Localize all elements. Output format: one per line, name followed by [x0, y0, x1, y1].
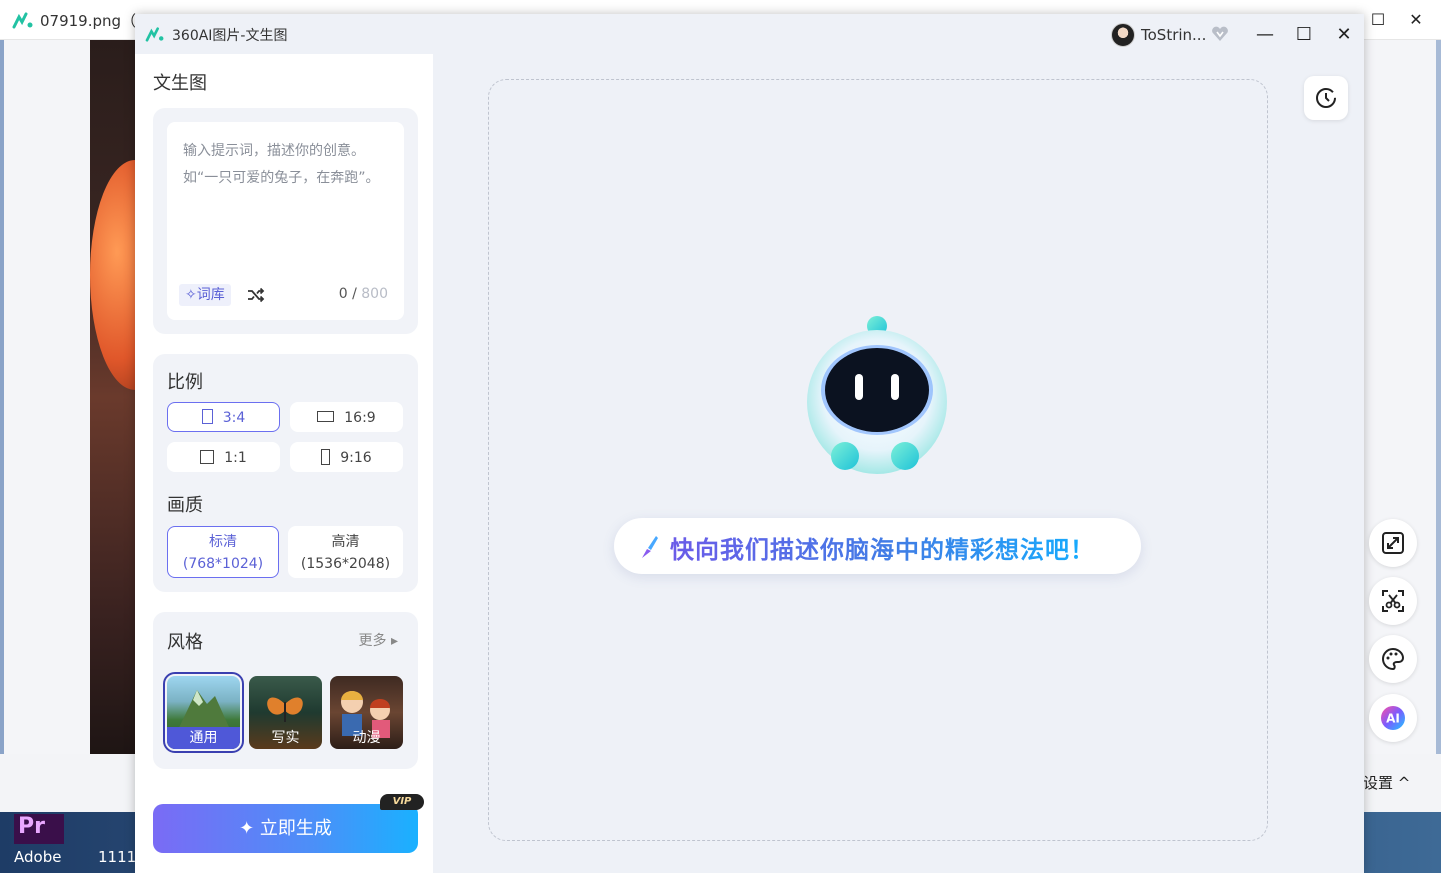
style-title: 风格 [167, 632, 203, 653]
ratio-option-1-1[interactable]: 1:1 [167, 442, 280, 472]
style-label: 通用 [167, 727, 240, 749]
minimize-icon[interactable]: — [1252, 22, 1278, 48]
hint-banner: 快向我们描述你脑海中的精彩想法吧！ [614, 518, 1141, 574]
user-name[interactable]: ToStrin... [1141, 26, 1206, 44]
vip-badge: VIP [380, 794, 424, 810]
palette-icon [1382, 647, 1405, 671]
generate-button[interactable]: ✦ 立即生成 [153, 804, 418, 853]
app-window: 360AI图片-文生图 ToStrin... — ☐ ✕ 文生图 输入提示词，描… [135, 14, 1417, 873]
hint-text: 快向我们描述你脑海中的精彩想法吧！ [670, 530, 1095, 565]
background-edge-right [1436, 40, 1441, 812]
expand-tool-button[interactable] [1369, 519, 1417, 567]
settings-link[interactable]: 设置 ^ [1363, 772, 1410, 793]
background-edge [0, 40, 4, 812]
landscape-icon [317, 411, 335, 422]
more-styles-link[interactable]: 更多 ▸ [359, 630, 398, 650]
sparkle-icon: ✦ [239, 818, 255, 839]
quality-name: 标清 [209, 534, 237, 550]
close-icon[interactable]: ✕ [1404, 8, 1428, 32]
maximize-icon[interactable]: ☐ [1366, 8, 1390, 32]
style-card: 风格 更多 ▸ 通用 写实 动漫 [153, 612, 418, 769]
app-logo-icon [12, 12, 33, 29]
desktop-icon-label: Adobe [14, 848, 62, 866]
tall-portrait-icon [321, 448, 331, 465]
avatar[interactable] [1111, 23, 1135, 47]
scissors-frame-icon [1382, 590, 1404, 612]
ai-icon: AI [1381, 706, 1405, 730]
svg-text:AI: AI [1386, 712, 1400, 726]
style-thumb-general[interactable]: 通用 [163, 672, 244, 753]
quality-title: 画质 [167, 495, 203, 516]
close-icon[interactable]: ✕ [1331, 22, 1357, 48]
prompt-input[interactable]: 输入提示词，描述你的创意。如“一只可爱的兔子，在奔跑”。 ✧词库 0 / 800 [167, 122, 404, 320]
vip-heart-icon[interactable] [1211, 26, 1229, 42]
prompt-card: 输入提示词，描述你的创意。如“一只可爱的兔子，在奔跑”。 ✧词库 0 / 800 [153, 108, 418, 334]
lexicon-button[interactable]: ✧词库 [179, 284, 231, 306]
settings-panel: 文生图 输入提示词，描述你的创意。如“一只可爱的兔子，在奔跑”。 ✧词库 0 /… [135, 54, 433, 873]
ratio-card: 比例 3:4 16:9 1:1 9:16 画质 标清 (768*1024) 高清… [153, 354, 418, 592]
palette-tool-button[interactable] [1369, 635, 1417, 683]
ratio-option-9-16[interactable]: 9:16 [290, 442, 403, 472]
lexicon-label: 词库 [196, 287, 225, 303]
premiere-app-icon[interactable]: Pr [14, 814, 64, 844]
prompt-placeholder: 输入提示词，描述你的创意。如“一只可爱的兔子，在奔跑”。 [183, 143, 380, 186]
brush-icon [642, 536, 658, 558]
generate-label: 立即生成 [259, 818, 332, 839]
history-icon [1316, 88, 1336, 108]
style-thumb-realistic[interactable]: 写实 [249, 676, 322, 749]
robot-mascot [799, 314, 955, 494]
history-button[interactable] [1304, 76, 1348, 120]
ai-tool-button[interactable]: AI [1369, 694, 1417, 742]
expand-icon [1382, 532, 1404, 554]
page-title: 文生图 [153, 73, 207, 94]
ratio-title: 比例 [167, 372, 203, 393]
quality-name: 高清 [331, 534, 360, 550]
quality-size: (1536*2048) [300, 556, 391, 572]
bulb-icon: ✧ [185, 287, 197, 303]
app-logo-icon [145, 27, 164, 42]
style-thumb-anime[interactable]: 动漫 [330, 676, 403, 749]
portrait-icon [201, 409, 213, 424]
background-photo [90, 40, 136, 754]
style-label: 写实 [271, 730, 300, 746]
ratio-option-3-4[interactable]: 3:4 [167, 402, 280, 432]
background-window-title: 07919.png（ [40, 12, 137, 30]
app-title: 360AI图片-文生图 [172, 28, 288, 44]
style-label: 动漫 [352, 730, 381, 746]
char-counter: 0 / 800 [338, 286, 388, 302]
cutout-tool-button[interactable] [1369, 577, 1417, 625]
app-titlebar: 360AI图片-文生图 ToStrin... — ☐ ✕ [135, 14, 1364, 54]
quality-option-standard[interactable]: 标清 (768*1024) [167, 526, 279, 578]
maximize-icon[interactable]: ☐ [1291, 22, 1317, 48]
ratio-option-16-9[interactable]: 16:9 [290, 402, 403, 432]
quality-size: (768*1024) [182, 556, 264, 572]
desktop-icon-label: 1111 [98, 848, 137, 866]
square-icon [200, 449, 215, 464]
shuffle-icon[interactable] [247, 286, 265, 304]
quality-option-hd[interactable]: 高清 (1536*2048) [288, 526, 403, 578]
